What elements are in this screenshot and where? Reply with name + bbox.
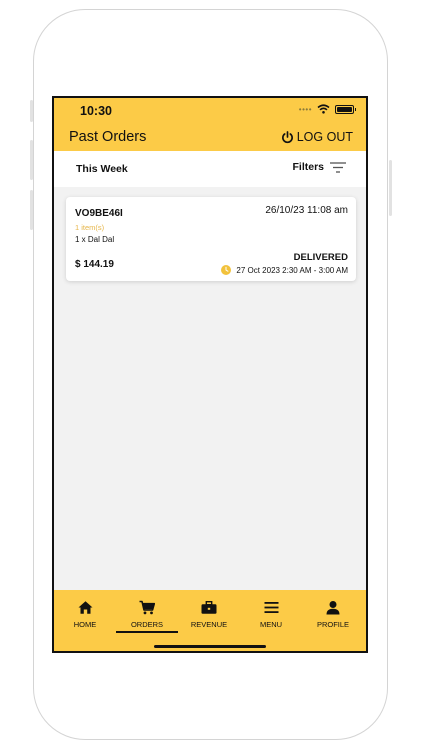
app-screen: 10:30 •••• Past Orders LOG OUT This Week…	[52, 96, 368, 653]
delivery-slot-text: 27 Oct 2023 2:30 AM - 3:00 AM	[236, 265, 348, 275]
home-indicator	[154, 645, 266, 648]
clock-icon	[221, 265, 232, 275]
order-total: $ 144.19	[75, 259, 114, 270]
page-title: Past Orders	[69, 129, 147, 145]
cart-icon	[139, 600, 155, 615]
app-header: 10:30 •••• Past Orders LOG OUT	[54, 98, 366, 151]
nav-label-home: HOME	[73, 620, 97, 629]
order-date: 26/10/23 11:08 am	[265, 205, 348, 216]
volume-down-button	[30, 190, 33, 230]
logout-button[interactable]: LOG OUT	[281, 130, 353, 144]
status-icons: ••••	[298, 104, 356, 114]
menu-icon	[264, 602, 278, 613]
order-card[interactable]: VO9BE46I 26/10/23 11:08 am 1 item(s) 1 x…	[66, 197, 356, 281]
period-label[interactable]: This Week	[76, 163, 128, 175]
nav-item-menu[interactable]: MENU	[240, 600, 302, 629]
filters-label: Filters	[292, 161, 324, 173]
nav-label-revenue: REVENUE	[190, 620, 228, 629]
power-button	[389, 160, 392, 216]
mute-switch	[30, 100, 33, 122]
order-item-count: 1 item(s)	[75, 223, 105, 232]
delivery-slot: 27 Oct 2023 2:30 AM - 3:00 AM	[221, 265, 348, 275]
nav-item-profile[interactable]: PROFILE	[302, 600, 364, 629]
order-status: DELIVERED	[293, 252, 348, 263]
home-icon	[78, 601, 92, 614]
user-icon	[326, 601, 340, 615]
status-time: 10:30	[80, 104, 112, 118]
filter-bar: This Week Filters	[54, 151, 366, 187]
nav-item-revenue[interactable]: REVENUE	[178, 600, 240, 629]
wifi-icon	[317, 104, 330, 114]
bottom-nav: HOME ORDERS REVENUE MENU PROFILE	[54, 590, 366, 651]
briefcase-icon	[201, 601, 217, 614]
power-icon	[281, 130, 293, 143]
filters-button[interactable]: Filters	[292, 161, 346, 173]
volume-up-button	[30, 140, 33, 180]
logout-label: LOG OUT	[296, 130, 353, 144]
nav-label-orders: ORDERS	[130, 620, 164, 629]
nav-label-profile: PROFILE	[316, 620, 350, 629]
order-items: 1 x Dal Dal	[75, 235, 115, 244]
active-tab-indicator	[116, 631, 178, 633]
battery-icon	[335, 104, 356, 114]
nav-item-home[interactable]: HOME	[54, 600, 116, 629]
nav-label-menu: MENU	[259, 620, 283, 629]
signal-icon: ••••	[298, 104, 312, 114]
nav-item-orders[interactable]: ORDERS	[116, 600, 178, 629]
order-id: VO9BE46I	[75, 208, 123, 219]
filter-icon	[330, 161, 346, 173]
